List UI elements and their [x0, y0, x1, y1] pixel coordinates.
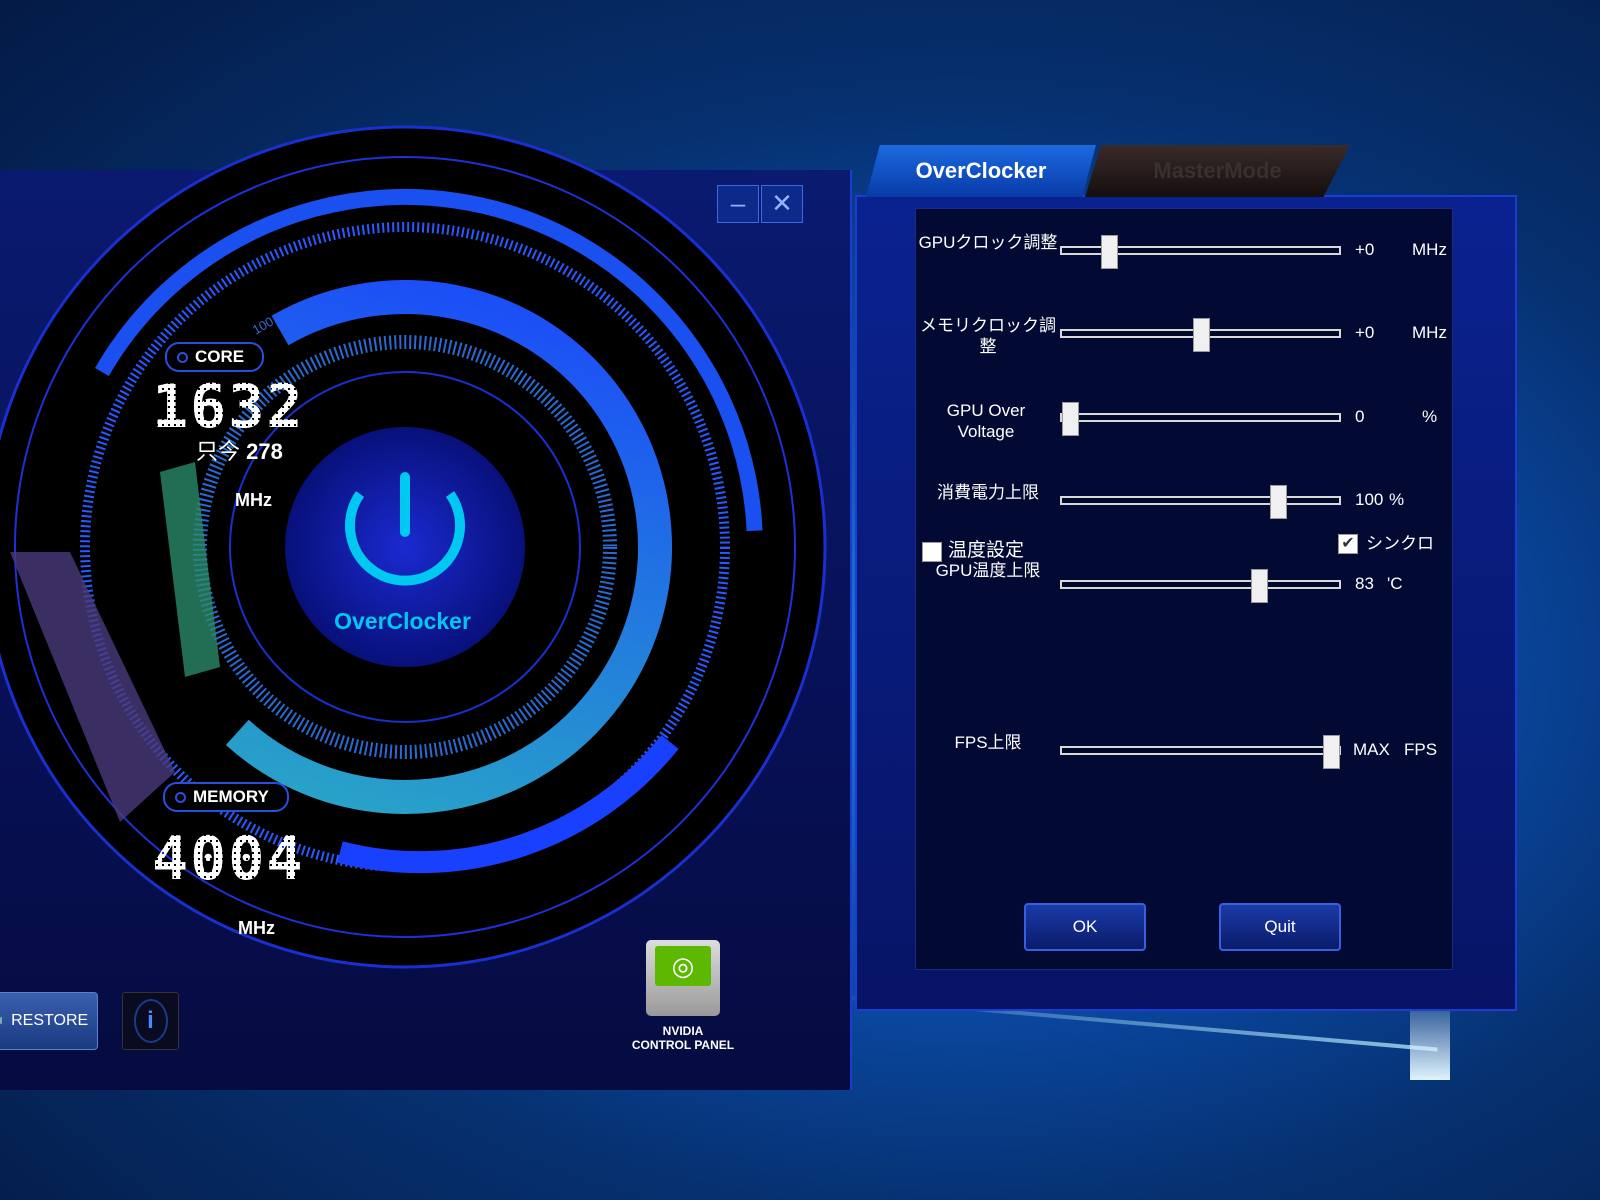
- setting-value: +0: [1355, 323, 1375, 342]
- core-label: CORE: [165, 342, 265, 372]
- memory-clock-value: 4004: [152, 824, 305, 894]
- setting-label: GPUクロック調整: [918, 233, 1058, 252]
- minimize-icon: –: [730, 188, 746, 218]
- minimize-button[interactable]: –: [717, 185, 759, 223]
- setting-unit: %: [1422, 407, 1438, 426]
- setting-unit: %: [1389, 490, 1405, 509]
- restore-icon: ◐: [0, 1012, 7, 1029]
- clock-dial: [0, 125, 827, 969]
- setting-slider[interactable]: [1060, 485, 1341, 519]
- core-clock-value: 1632: [152, 372, 305, 442]
- close-button[interactable]: ✕: [761, 185, 803, 223]
- current-clock: 只今 278: [196, 434, 283, 466]
- slider-thumb[interactable]: [1101, 235, 1119, 269]
- temp-setting-checkbox[interactable]: [922, 542, 942, 562]
- setting-value: 100: [1355, 490, 1384, 509]
- tab-overclocker[interactable]: OverClocker: [866, 145, 1096, 197]
- setting-value: +0: [1355, 240, 1375, 259]
- info-icon: i: [133, 998, 168, 1043]
- nvidia-control-panel-button[interactable]: ◎ NVIDIA CONTROL PANEL: [618, 940, 748, 1060]
- setting-unit: 'C: [1387, 574, 1403, 593]
- current-value: 278: [246, 439, 283, 464]
- setting-slider[interactable]: [1060, 735, 1341, 769]
- nvidia-label: NVIDIA: [662, 1024, 704, 1038]
- slider-thumb[interactable]: [1250, 569, 1268, 603]
- current-label: 只今: [196, 439, 241, 464]
- nvidia-logo-icon: ◎: [646, 940, 720, 1016]
- info-button[interactable]: i: [122, 992, 179, 1050]
- memory-unit: MHz: [238, 918, 275, 938]
- setting-label: FPS上限: [954, 733, 1022, 752]
- setting-label: 消費電力上限: [937, 483, 1039, 502]
- sync-checkbox[interactable]: ✔: [1338, 534, 1358, 554]
- setting-unit: MHz: [1412, 323, 1447, 342]
- setting-slider[interactable]: [1060, 402, 1341, 436]
- restore-button[interactable]: ◐ RESTORE: [0, 992, 98, 1050]
- setting-unit: MHz: [1412, 240, 1447, 259]
- checkmark-icon: ✔: [1341, 535, 1355, 552]
- setting-value: 83: [1355, 574, 1374, 593]
- sync-label: シンクロ: [1366, 534, 1434, 553]
- quit-button[interactable]: Quit: [1219, 903, 1341, 951]
- slider-thumb[interactable]: [1062, 402, 1080, 436]
- close-icon: ✕: [771, 188, 793, 218]
- setting-value: 0: [1355, 407, 1365, 426]
- setting-slider[interactable]: [1060, 235, 1341, 269]
- setting-label: GPU温度上限: [935, 561, 1041, 580]
- control-panel-label: CONTROL PANEL: [631, 1038, 735, 1052]
- setting-slider[interactable]: [1060, 318, 1341, 352]
- slider-thumb[interactable]: [1270, 485, 1288, 519]
- slider-thumb[interactable]: [1192, 318, 1210, 352]
- setting-slider[interactable]: [1060, 569, 1341, 603]
- setting-unit: FPS: [1404, 740, 1438, 759]
- setting-label: GPU Over Voltage: [946, 401, 1026, 441]
- power-button-label: OverClocker: [334, 608, 471, 634]
- ok-button[interactable]: OK: [1024, 903, 1146, 951]
- restore-label: RESTORE: [11, 1012, 89, 1029]
- setting-label: メモリクロック調整: [920, 316, 1056, 356]
- setting-value: MAX: [1353, 740, 1390, 759]
- memory-label: MEMORY: [163, 782, 289, 812]
- temp-setting-label: 温度設定: [948, 540, 1025, 561]
- tab-mastermode[interactable]: MasterMode: [1085, 145, 1350, 197]
- slider-thumb[interactable]: [1322, 735, 1340, 769]
- core-unit: MHz: [235, 490, 272, 510]
